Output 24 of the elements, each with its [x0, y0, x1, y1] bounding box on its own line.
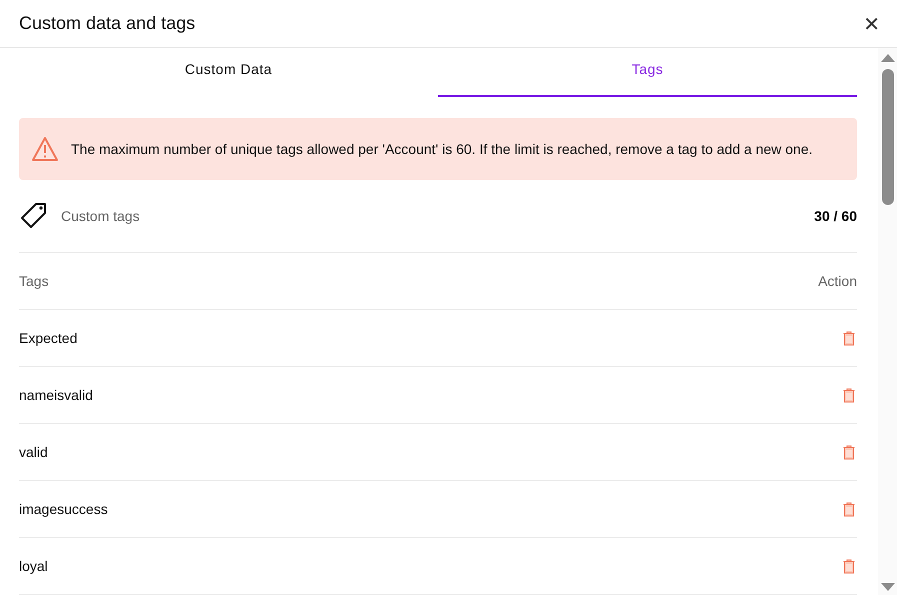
window-title: Custom data and tags — [19, 13, 196, 34]
delete-icon[interactable] — [843, 558, 855, 574]
tag-count: 30 / 60 — [814, 208, 857, 224]
delete-icon[interactable] — [843, 330, 855, 346]
scroll-down-icon[interactable] — [880, 583, 894, 591]
close-button[interactable]: ✕ — [863, 12, 880, 36]
scroll-up-icon[interactable] — [880, 54, 894, 62]
tab[interactable]: Custom Data — [19, 48, 438, 97]
scrollbar-thumb[interactable] — [882, 69, 894, 205]
warning-icon — [31, 136, 59, 162]
tag-name: valid — [19, 444, 48, 460]
tag-name: nameisvalid — [19, 387, 93, 403]
tag-name: imagesuccess — [19, 501, 108, 517]
alert-message: The maximum number of unique tags allowed per 'Account' is 60. If the limit is reached, remove a tag to add a new one. — [71, 141, 813, 157]
tag-name: Expected — [19, 330, 78, 346]
tag-icon — [19, 201, 49, 231]
delete-icon[interactable] — [843, 388, 855, 402]
column-header: Tags — [19, 273, 49, 289]
delete-icon[interactable] — [843, 444, 855, 460]
column-header: Action — [818, 273, 857, 289]
summary-label: Custom tags — [61, 208, 141, 224]
tag-name: loyal — [19, 558, 48, 574]
delete-icon[interactable] — [843, 502, 855, 516]
tab[interactable]: Tags — [438, 48, 857, 97]
